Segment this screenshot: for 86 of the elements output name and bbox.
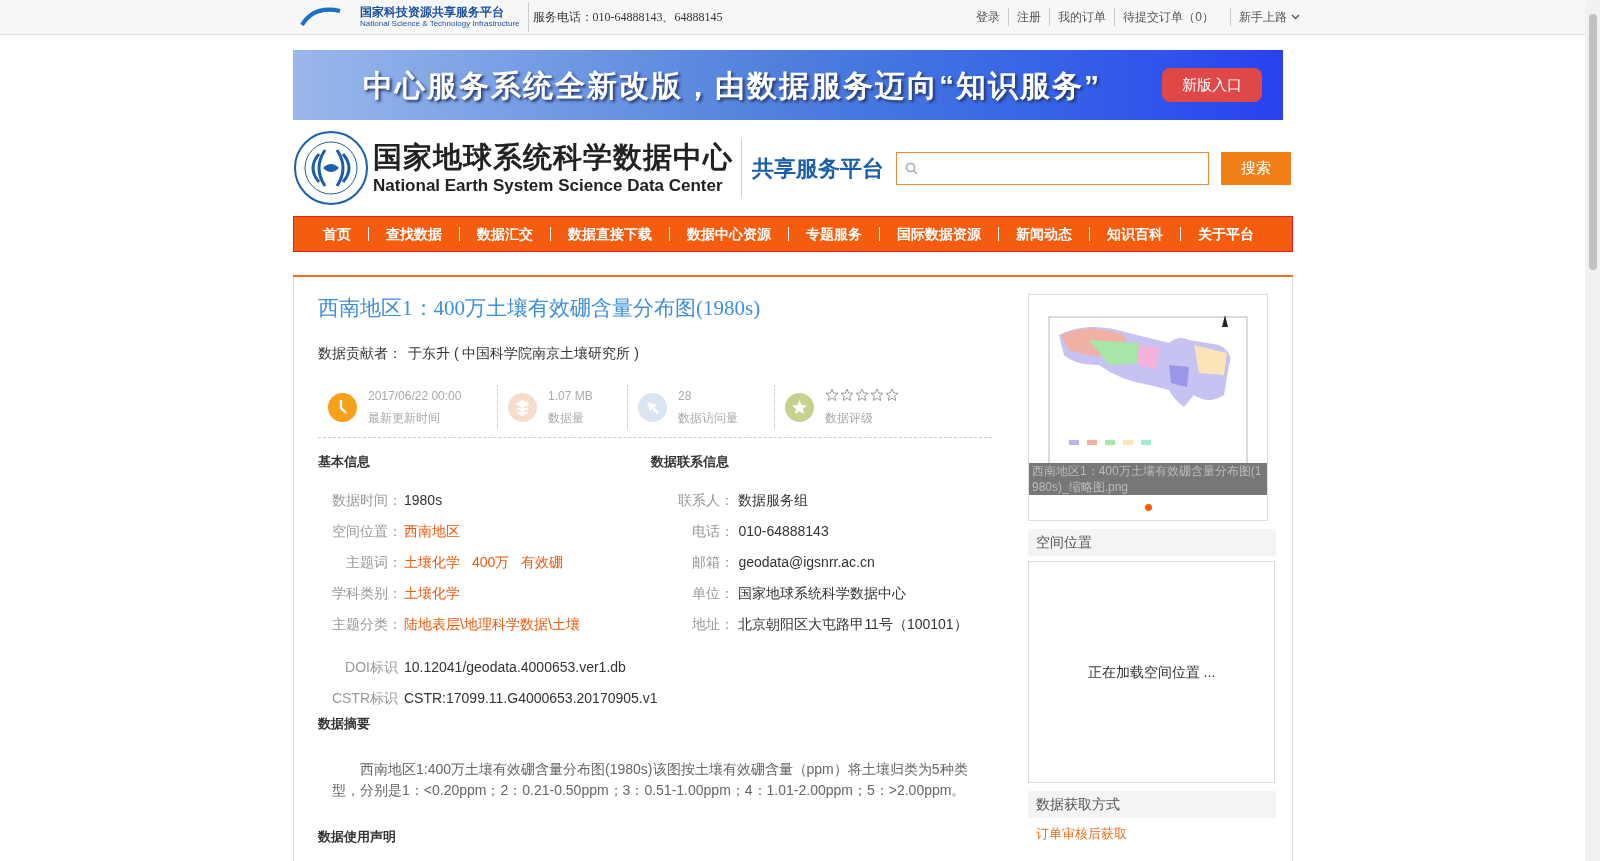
identifier-value: CSTR:17099.11.G4000653.20170905.v1 bbox=[404, 688, 658, 708]
tag-link[interactable]: 土壤化学 bbox=[404, 582, 460, 604]
nav-link[interactable]: 专题服务 bbox=[788, 227, 879, 241]
stat-label: 数据量 bbox=[548, 410, 585, 427]
nav-link[interactable]: 数据中心资源 bbox=[669, 227, 788, 241]
loading-text: 正在加载空间位置 ... bbox=[1087, 662, 1216, 682]
field-label: 联系人： bbox=[677, 490, 736, 510]
phone-text: 服务电话：010-64888143、64888145 bbox=[532, 9, 723, 26]
star-icon[interactable] bbox=[870, 387, 884, 402]
field-label: 地址： bbox=[691, 614, 736, 634]
top-link[interactable]: 我的订单 bbox=[1049, 8, 1115, 26]
stat-label: 数据评级 bbox=[825, 409, 874, 427]
field-value: 数据服务组 bbox=[738, 490, 809, 510]
scrollbar[interactable] bbox=[1585, 0, 1600, 861]
banner[interactable]: 中心服务系统全新改版，由数据服务迈向“知识服务” 新版入口 bbox=[293, 50, 1283, 120]
layers-icon bbox=[508, 392, 537, 422]
stat-label: 数据访问量 bbox=[678, 410, 738, 427]
logo-title: 国家科技资源共享服务平台 bbox=[360, 6, 505, 18]
cursor-icon bbox=[638, 392, 667, 422]
field-label: 学科类别： bbox=[331, 583, 403, 603]
logo-subtitle: National Science & Technology Infrastructure bbox=[360, 20, 520, 28]
field-label: 单位： bbox=[691, 583, 736, 603]
center-subtitle: National Earth System Science Data Center bbox=[373, 175, 724, 197]
field-label: 主题词： bbox=[345, 552, 403, 572]
stat-value: 1.07 MB bbox=[548, 388, 593, 405]
tag-link[interactable]: 400万 bbox=[472, 551, 510, 573]
field-value: 010-64888143 bbox=[738, 521, 829, 541]
top-link[interactable]: 登录 bbox=[968, 8, 1009, 26]
section-heading: 数据联系信息 bbox=[651, 453, 731, 471]
tag-link[interactable]: 西南地区 bbox=[404, 520, 460, 542]
top-link[interactable]: 待提交订单（0） bbox=[1114, 8, 1222, 26]
center-title: 国家地球系统科学数据中心 bbox=[373, 140, 733, 175]
panel-heading: 数据获取方式 bbox=[1028, 791, 1276, 818]
tag-link[interactable]: 有效硼 bbox=[521, 551, 564, 573]
field-value: 北京朝阳区大屯路甲11号（100101） bbox=[738, 614, 968, 634]
search-field[interactable] bbox=[896, 151, 1209, 185]
contributor-name: 于东升 ( 中国科学院南京土壤研究所 ) bbox=[408, 344, 639, 363]
star-icon[interactable] bbox=[825, 387, 839, 402]
abstract-text: 西南地区1:400万土壤有效硼含量分布图(1980s)该图按土壤有效硼含量（ppm）将土壤归类为5种类型，分别是1：<0.20ppm；2：0.21-0.50ppm；3：0.51-1.00ppm；4：1.01-2.00ppm；5：>2.00ppm。 bbox=[331, 760, 969, 800]
section-heading: 数据使用声明 bbox=[318, 828, 397, 846]
section-heading: 数据摘要 bbox=[318, 714, 371, 733]
earth-center-logo-icon bbox=[293, 130, 369, 206]
banner-text: 中心服务系统全新改版，由数据服务迈向“知识服务” bbox=[363, 67, 1101, 104]
stat-value: 28 bbox=[678, 388, 693, 405]
star-icon[interactable] bbox=[885, 387, 899, 402]
identifier-label: DOI标识 bbox=[344, 657, 399, 677]
nav-link[interactable]: 首页 bbox=[306, 227, 368, 241]
search-button[interactable]: 搜索 bbox=[1221, 151, 1291, 185]
clock-icon bbox=[328, 392, 357, 422]
nav-link[interactable]: 新闻动态 bbox=[998, 227, 1089, 241]
scrollbar-thumb[interactable] bbox=[1589, 14, 1597, 270]
panel-heading: 空间位置 bbox=[1028, 529, 1276, 556]
field-label: 主题分类： bbox=[331, 614, 403, 634]
field-value: geodata@igsnrr.ac.cn bbox=[738, 552, 875, 572]
thumbnail-caption: 西南地区1：400万土壤有效硼含量分布图(1980s)_缩略图.png bbox=[1031, 463, 1263, 495]
tag-link[interactable]: 陆地表层\地理科学数据\土壤 bbox=[404, 613, 580, 635]
field-label: 电话： bbox=[691, 521, 736, 541]
nav-link[interactable]: 数据直接下载 bbox=[550, 227, 669, 241]
stat-label: 最新更新时间 bbox=[368, 410, 441, 427]
nav-link[interactable]: 知识百科 bbox=[1089, 227, 1180, 241]
nav-link[interactable]: 国际数据资源 bbox=[879, 227, 998, 241]
new-version-button[interactable]: 新版入口 bbox=[1162, 68, 1262, 102]
star-badge-icon bbox=[785, 392, 814, 422]
contributor-label: 数据贡献者： bbox=[318, 344, 402, 363]
chevron-down-icon bbox=[1291, 14, 1300, 20]
field-label: 空间位置： bbox=[331, 521, 403, 541]
top-link[interactable]: 注册 bbox=[1008, 8, 1050, 26]
access-method-text: 订单审核后获取 bbox=[1035, 825, 1128, 843]
star-icon[interactable] bbox=[855, 387, 869, 402]
field-label: 数据时间： bbox=[331, 490, 403, 510]
tag-link[interactable]: 土壤化学 bbox=[404, 551, 460, 573]
identifier-label: CSTR标识 bbox=[330, 688, 399, 708]
identifier-value: 10.12041/geodata.4000653.ver1.db bbox=[404, 657, 626, 677]
nav-link[interactable]: 数据汇交 bbox=[459, 227, 550, 241]
nav-link[interactable]: 查找数据 bbox=[368, 227, 459, 241]
stat-value: 2017/06/22 00:00 bbox=[368, 388, 462, 405]
nav-link[interactable]: 关于平台 bbox=[1180, 227, 1271, 241]
search-icon bbox=[905, 161, 918, 175]
star-icon[interactable] bbox=[840, 387, 854, 402]
field-label: 邮箱： bbox=[691, 552, 736, 572]
section-heading: 基本信息 bbox=[318, 453, 371, 471]
field-value: 国家地球系统科学数据中心 bbox=[738, 583, 907, 603]
field-value: 1980s bbox=[404, 490, 443, 510]
guide-menu[interactable]: 新手上路 bbox=[1230, 8, 1300, 26]
dataset-title: 西南地区1：400万土壤有效硼含量分布图(1980s) bbox=[318, 295, 762, 322]
platform-title: 共享服务平台 bbox=[752, 154, 884, 183]
